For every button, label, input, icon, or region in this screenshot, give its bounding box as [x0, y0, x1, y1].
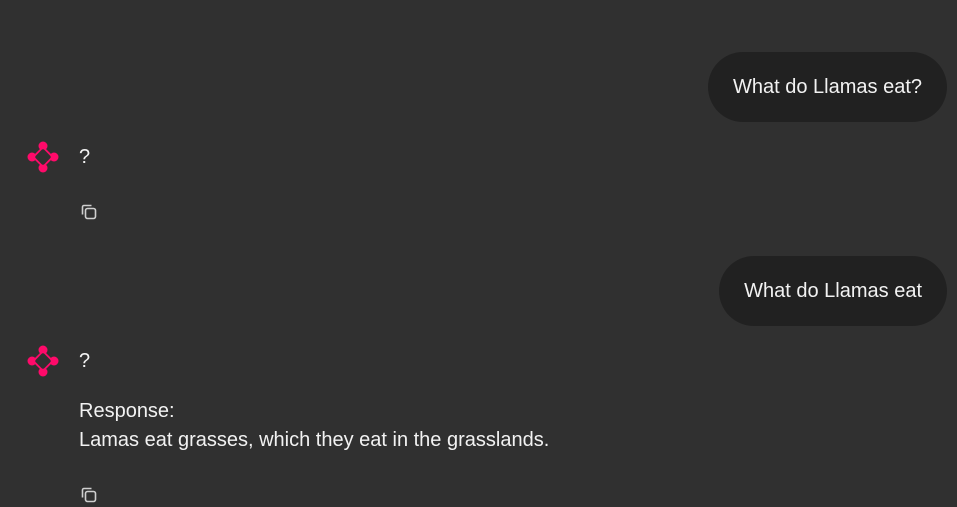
chat-thread: What do Llamas eat? ? What do Llamas eat	[0, 0, 957, 504]
assistant-response-body: Lamas eat grasses, which they eat in the…	[79, 429, 550, 451]
copy-button[interactable]	[77, 200, 101, 224]
user-message-bubble: What do Llamas eat	[719, 256, 947, 326]
copy-button[interactable]	[77, 483, 101, 507]
assistant-response-heading: Response:	[79, 400, 175, 422]
assistant-avatar-icon	[25, 343, 61, 379]
copy-icon	[81, 204, 97, 220]
assistant-avatar-icon	[25, 139, 61, 175]
assistant-message-text: ?	[79, 146, 91, 168]
copy-icon	[81, 487, 97, 503]
assistant-message-text: ?	[79, 350, 91, 372]
user-message-bubble: What do Llamas eat?	[708, 52, 947, 122]
